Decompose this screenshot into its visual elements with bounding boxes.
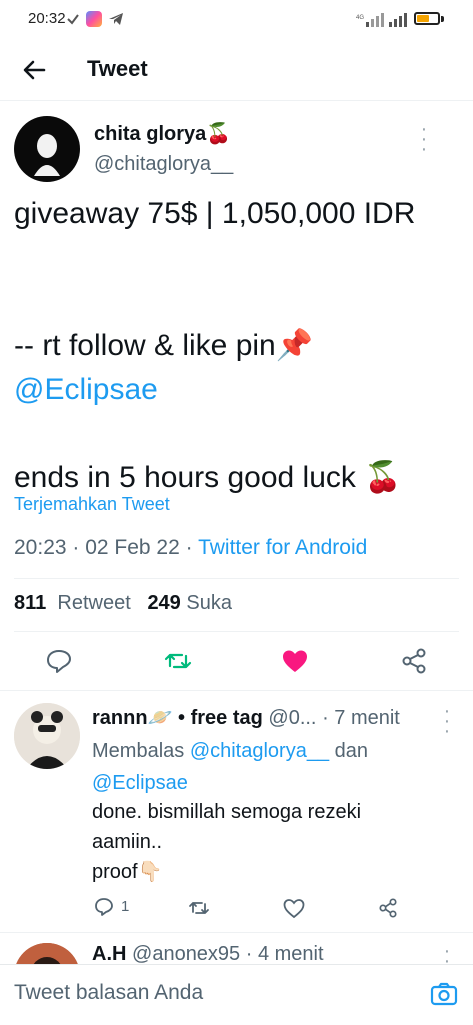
like-heart-icon[interactable] bbox=[281, 895, 307, 921]
reply-avatar[interactable] bbox=[14, 703, 80, 769]
reply-header-2: A.H @anonex95 · 4 menit bbox=[92, 943, 324, 966]
replying-user-2[interactable]: @Eclipsae bbox=[92, 772, 188, 794]
divider bbox=[0, 690, 473, 691]
tweet-text-line2: -- rt follow & like pin📌 bbox=[14, 329, 314, 362]
page-title: Tweet bbox=[87, 56, 148, 81]
reply-count: 1 bbox=[121, 898, 130, 915]
replying-prefix: Membalas bbox=[92, 740, 190, 762]
reply-icon[interactable] bbox=[42, 644, 76, 678]
status-time: 20:32 bbox=[28, 10, 66, 27]
reply-author-name[interactable]: rannn🪐 • free tag bbox=[92, 707, 263, 729]
reply-composer-bar: Tweet balasan Anda bbox=[0, 964, 473, 1025]
tweet-stats: 811 Retweet 249 Suka bbox=[14, 592, 232, 615]
tweet-mention[interactable]: @Eclipsae bbox=[14, 373, 158, 406]
app-icon bbox=[86, 11, 102, 27]
replying-user-1[interactable]: @chitaglorya__ bbox=[190, 740, 329, 762]
status-bar: 20:32 4G bbox=[0, 0, 473, 40]
like-heart-icon[interactable] bbox=[278, 644, 312, 678]
divider bbox=[14, 631, 459, 632]
reply-author-name-2[interactable]: A.H bbox=[92, 943, 126, 965]
retweet-label[interactable]: Retweet bbox=[57, 592, 130, 614]
tweet-meta: 20:23 · 02 Feb 22 · Twitter for Android bbox=[14, 536, 367, 560]
checkmark-icon bbox=[66, 12, 80, 26]
retweet-icon[interactable] bbox=[161, 644, 195, 678]
tweet-text-line3: ends in 5 hours good luck 🍒 bbox=[14, 461, 402, 494]
battery-level bbox=[417, 15, 429, 22]
signal-icon: 4G bbox=[356, 12, 386, 28]
reply-input[interactable]: Tweet balasan Anda bbox=[14, 981, 203, 1005]
share-icon[interactable] bbox=[375, 895, 401, 921]
more-options-icon[interactable]: · · · bbox=[414, 119, 434, 159]
reply-header: rannn🪐 • free tag @0... · 7 menit bbox=[92, 705, 400, 730]
tweet-source[interactable]: Twitter for Android bbox=[198, 536, 367, 559]
author-handle[interactable]: @chitaglorya__ bbox=[94, 153, 233, 176]
divider bbox=[0, 932, 473, 933]
reply-time: · 7 menit bbox=[322, 707, 400, 729]
reply-author-handle-2[interactable]: @anonex95 bbox=[132, 943, 240, 965]
divider bbox=[14, 578, 459, 579]
author-name[interactable]: chita glorya🍒 bbox=[94, 121, 231, 146]
retweet-icon[interactable] bbox=[186, 895, 212, 921]
signal-icon-2 bbox=[388, 12, 410, 28]
reply-more-options-icon[interactable]: · · · bbox=[440, 701, 454, 741]
translate-tweet-link[interactable]: Terjemahkan Tweet bbox=[14, 494, 170, 515]
reply-time-2: · 4 menit bbox=[245, 943, 324, 965]
reply-text: done. bismillah semoga rezeki aamiin.. p… bbox=[92, 801, 362, 883]
tweet-text: giveaway 75$ | 1,050,000 IDR -- rt follo… bbox=[14, 192, 459, 500]
back-arrow-icon[interactable] bbox=[18, 54, 50, 86]
tweet-timestamp: 20:23 · 02 Feb 22 · bbox=[14, 536, 199, 559]
telegram-icon bbox=[108, 11, 124, 27]
share-icon[interactable] bbox=[397, 644, 431, 678]
battery-tip bbox=[441, 16, 444, 22]
camera-icon[interactable] bbox=[428, 978, 460, 1010]
like-label[interactable]: Suka bbox=[186, 592, 232, 614]
reply-icon[interactable] bbox=[92, 895, 116, 919]
author-avatar[interactable] bbox=[14, 116, 80, 182]
like-count[interactable]: 249 bbox=[147, 592, 180, 614]
top-app-bar: Tweet bbox=[0, 40, 473, 101]
tweet-text-line1: giveaway 75$ | 1,050,000 IDR bbox=[14, 197, 416, 230]
replying-and: dan bbox=[329, 740, 369, 762]
network-type: 4G bbox=[356, 15, 364, 21]
reply-author-handle[interactable]: @0... bbox=[268, 707, 316, 729]
battery-icon bbox=[414, 12, 440, 25]
retweet-count[interactable]: 811 bbox=[14, 592, 46, 614]
replying-to: Membalas @chitaglorya__ dan @Eclipsae bbox=[92, 735, 422, 799]
